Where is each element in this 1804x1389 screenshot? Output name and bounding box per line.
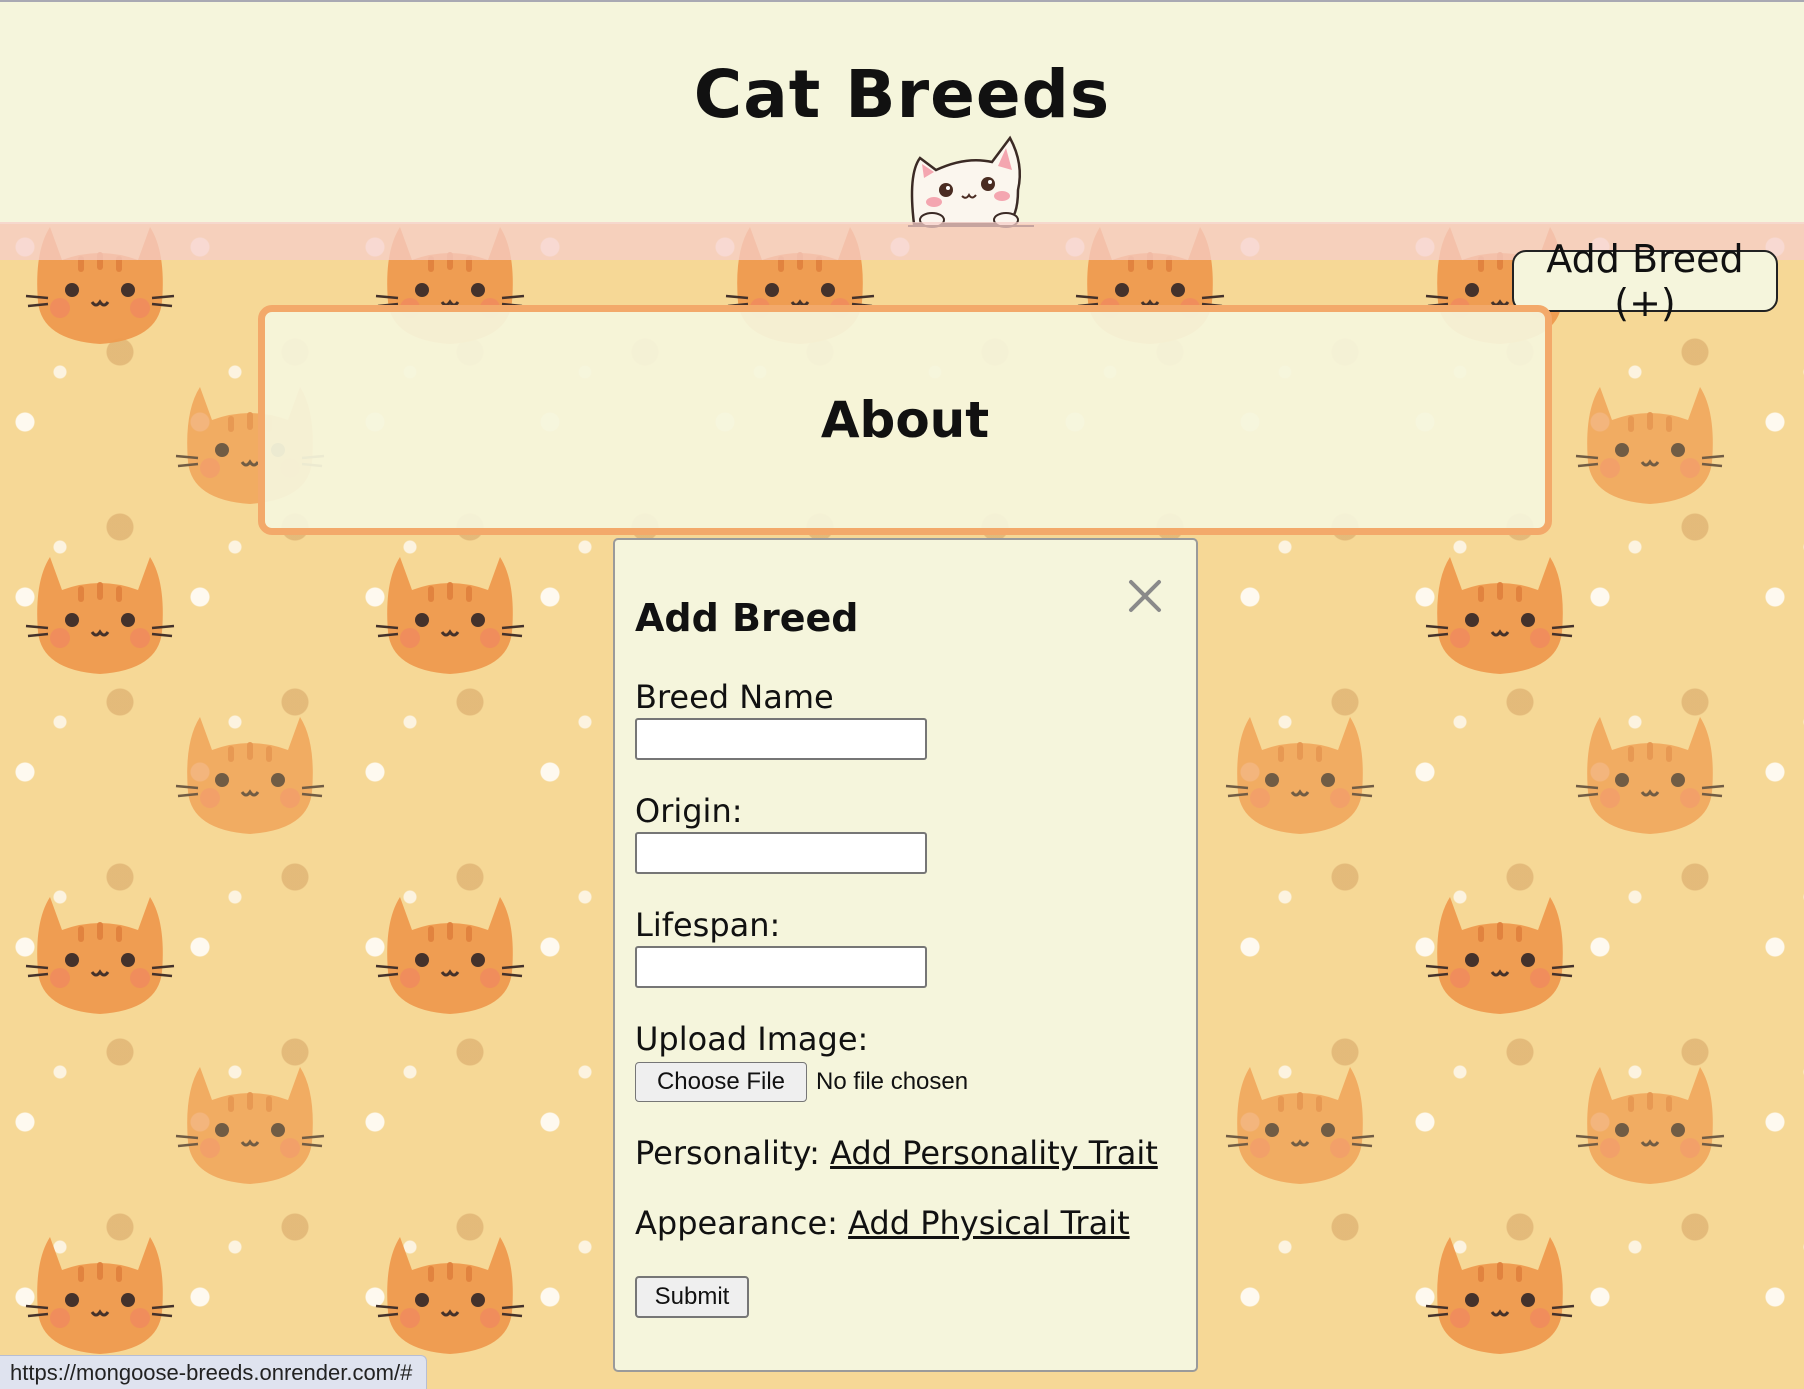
add-breed-modal: Add Breed Breed Name Origin: Lifespan: U… [613, 538, 1198, 1372]
origin-label: Origin: [635, 792, 743, 830]
lifespan-label: Lifespan: [635, 906, 781, 944]
personality-label: Personality: [635, 1134, 831, 1172]
appearance-label: Appearance: [635, 1204, 849, 1242]
lifespan-input[interactable] [635, 946, 927, 988]
about-section: About [258, 305, 1552, 535]
add-personality-trait-link[interactable]: Add Personality Trait [830, 1134, 1158, 1172]
breed-name-input[interactable] [635, 718, 927, 760]
about-title: About [820, 391, 990, 449]
breed-name-label: Breed Name [635, 678, 834, 716]
file-upload-control: Choose File No file chosen [635, 1062, 968, 1102]
link-preview-status-bar: https://mongoose-breeds.onrender.com/# [0, 1355, 428, 1389]
choose-file-button[interactable]: Choose File [635, 1062, 807, 1102]
close-icon[interactable] [1125, 576, 1165, 616]
page-title: Cat Breeds [693, 56, 1111, 133]
origin-input[interactable] [635, 832, 927, 874]
submit-button[interactable]: Submit [635, 1276, 749, 1318]
add-physical-trait-link[interactable]: Add Physical Trait [848, 1204, 1130, 1242]
file-status-text: No file chosen [816, 1068, 969, 1095]
upload-image-label: Upload Image: [635, 1020, 869, 1058]
modal-title: Add Breed [635, 596, 859, 640]
site-header: Cat Breeds [0, 0, 1804, 228]
add-breed-button[interactable]: Add Breed (+) [1512, 237, 1778, 325]
appearance-row: Appearance: Add Physical Trait [635, 1204, 1130, 1242]
personality-row: Personality: Add Personality Trait [635, 1134, 1158, 1172]
peeking-cat-icon [908, 135, 1034, 228]
